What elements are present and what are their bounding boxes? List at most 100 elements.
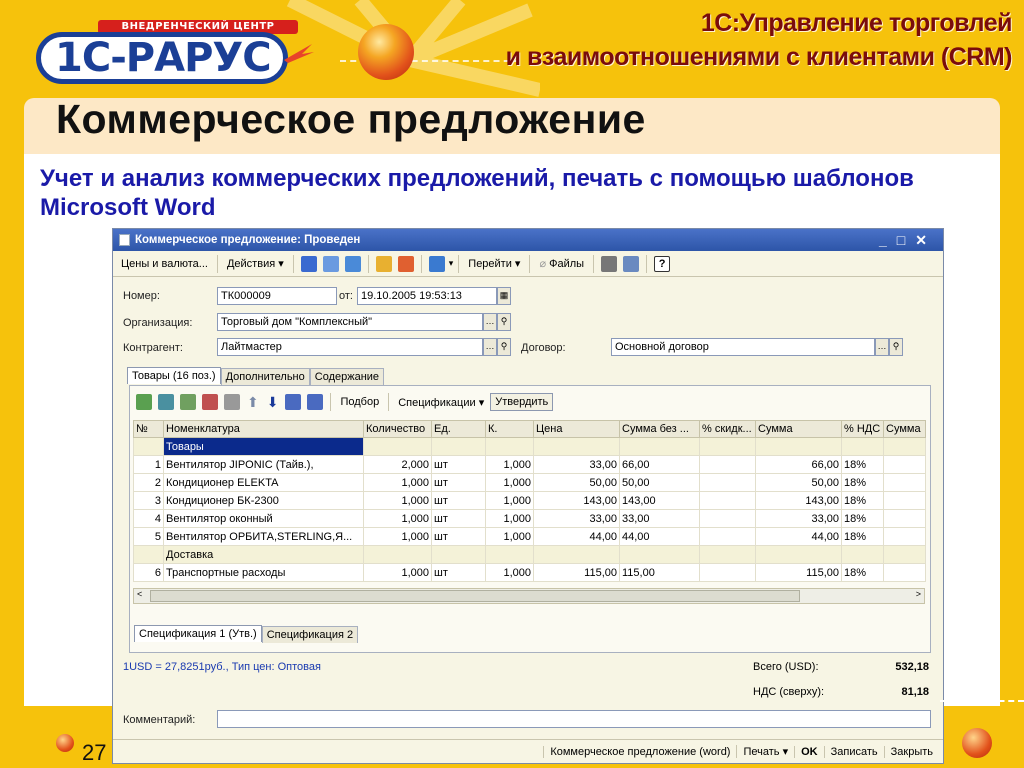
select-ellipsis-icon[interactable]: … xyxy=(875,338,889,356)
table-cell: 143,00 xyxy=(755,491,842,510)
structure-icon[interactable] xyxy=(344,255,361,272)
table-cell: 66,00 xyxy=(619,455,700,474)
go-menu[interactable]: Перейти ▾ xyxy=(464,255,524,272)
unpost-icon[interactable] xyxy=(397,255,414,272)
table-row[interactable]: 3 Кондиционер БК-2300 1,000 шт 1,000 143,00 14… xyxy=(133,491,926,510)
calendar-icon[interactable]: ▦ xyxy=(497,287,511,305)
open-search-icon[interactable]: ⚲ xyxy=(497,313,511,331)
approve-button[interactable]: Утвердить xyxy=(490,393,554,411)
column-header[interactable]: № xyxy=(133,420,164,438)
comment-field[interactable] xyxy=(217,710,931,728)
post-icon[interactable] xyxy=(375,255,392,272)
table-cell: 18% xyxy=(841,509,884,528)
column-header[interactable]: К. xyxy=(485,420,534,438)
group-row[interactable]: Доставка xyxy=(133,545,926,564)
column-header[interactable]: Сумма xyxy=(755,420,842,438)
ok-button[interactable]: OK xyxy=(794,745,824,758)
column-header[interactable]: Ед. xyxy=(431,420,486,438)
logo-text: 1С-РАРУС xyxy=(36,32,288,84)
open-search-icon[interactable]: ⚲ xyxy=(889,338,903,356)
save-button[interactable]: Записать xyxy=(823,745,884,758)
print-menu[interactable]: Печать ▾ xyxy=(736,745,794,758)
form-settings-icon[interactable] xyxy=(623,255,640,272)
print-word-button[interactable]: Коммерческое предложение (word) xyxy=(543,745,736,758)
table-cell: Транспортные расходы xyxy=(163,563,364,582)
table-row[interactable]: 1 Вентилятор JIPONIC (Тайв.), 2,000 шт 1,000… xyxy=(133,455,926,474)
select-ellipsis-icon[interactable]: … xyxy=(483,338,497,356)
table-cell: 50,00 xyxy=(533,473,620,492)
specs-menu[interactable]: Спецификации ▾ xyxy=(394,394,488,411)
minimize-icon[interactable]: _ xyxy=(879,232,897,248)
tab-additional[interactable]: Дополнительно xyxy=(220,368,310,385)
add-group-icon[interactable] xyxy=(158,394,174,410)
org-field[interactable]: Торговый дом "Комплексный" xyxy=(217,313,483,331)
column-header[interactable]: % скидк... xyxy=(699,420,756,438)
group-name: Доставка xyxy=(163,545,364,564)
close-icon[interactable]: ✕ xyxy=(915,232,937,248)
select-button[interactable]: Подбор xyxy=(336,394,383,410)
table-cell: 18% xyxy=(841,527,884,546)
orange-ball-decoration xyxy=(962,728,992,758)
counterparty-field[interactable]: Лайтмастер xyxy=(217,338,483,356)
table-cell: 1,000 xyxy=(363,473,432,492)
delete-row-icon[interactable] xyxy=(202,394,218,410)
table-row[interactable]: 5 Вентилятор ОРБИТА,STERLING,Я... 1,000 шт 1… xyxy=(133,527,926,546)
refresh-icon[interactable] xyxy=(322,255,339,272)
move-up-icon[interactable]: ⬆ xyxy=(247,394,259,411)
horizontal-scrollbar[interactable]: < > xyxy=(133,588,925,604)
table-cell: шт xyxy=(431,473,486,492)
copy-row-icon[interactable] xyxy=(180,394,196,410)
add-row-icon[interactable] xyxy=(136,394,152,410)
product-name: 1С:Управление торговлей и взаимоотношени… xyxy=(505,6,1013,74)
sort-desc-icon[interactable] xyxy=(307,394,324,410)
table-cell: 3 xyxy=(133,491,164,510)
date-field[interactable]: 19.10.2005 19:53:13 xyxy=(357,287,497,305)
files-button[interactable]: ⌀ Файлы xyxy=(535,255,588,272)
scroll-right-icon[interactable]: > xyxy=(916,589,921,599)
maximize-icon[interactable]: □ xyxy=(897,232,915,248)
open-search-icon[interactable]: ⚲ xyxy=(497,338,511,356)
column-header[interactable]: % НДС xyxy=(841,420,884,438)
help-icon[interactable]: ? xyxy=(654,255,671,272)
dropdown-arrow-icon[interactable]: ▾ xyxy=(449,258,454,269)
column-header[interactable]: Цена xyxy=(533,420,620,438)
move-down-icon[interactable]: ⬇ xyxy=(267,394,279,411)
list-settings-icon[interactable] xyxy=(601,255,618,272)
table-row[interactable]: 6 Транспортные расходы 1,000 шт 1,000 115,00 1… xyxy=(133,563,926,582)
create-based-icon[interactable] xyxy=(428,255,445,272)
actions-menu[interactable]: Действия ▾ xyxy=(223,255,288,272)
column-header[interactable]: Количество xyxy=(363,420,432,438)
sort-asc-icon[interactable] xyxy=(285,394,302,410)
column-header[interactable]: Номенклатура xyxy=(163,420,364,438)
scroll-left-icon[interactable]: < xyxy=(137,589,142,599)
tab-content[interactable]: Содержание xyxy=(309,368,385,385)
tab-spec-1[interactable]: Спецификация 1 (Утв.) xyxy=(134,625,262,642)
group-row[interactable]: Товары xyxy=(133,437,926,456)
table-cell: 5 xyxy=(133,527,164,546)
files-label: Файлы xyxy=(549,258,585,270)
navigate-back-icon[interactable] xyxy=(300,255,317,272)
number-field[interactable]: ТК000009 xyxy=(217,287,337,305)
total-label: Всего (USD): xyxy=(753,661,819,673)
column-header[interactable]: Сумма xyxy=(883,420,926,438)
tab-goods[interactable]: Товары (16 поз.) xyxy=(127,367,221,384)
column-header[interactable]: Сумма без ... xyxy=(619,420,700,438)
table-cell: 1 xyxy=(133,455,164,474)
go-label: Перейти xyxy=(468,258,512,270)
separator xyxy=(646,254,648,273)
tab-spec-2[interactable]: Спецификация 2 xyxy=(261,626,359,643)
scrollbar-thumb[interactable] xyxy=(150,590,800,602)
table-row[interactable]: 2 Кондиционер ELEKTA 1,000 шт 1,000 50,00 50,0… xyxy=(133,473,926,492)
separator xyxy=(216,254,218,273)
separator xyxy=(458,254,460,273)
contract-field[interactable]: Основной договор xyxy=(611,338,875,356)
product-line-2: и взаимоотношениями с клиентами (CRM) xyxy=(505,43,1013,71)
separator xyxy=(388,393,390,411)
select-ellipsis-icon[interactable]: … xyxy=(483,313,497,331)
close-button[interactable]: Закрыть xyxy=(883,745,939,758)
edit-row-icon[interactable] xyxy=(224,394,240,410)
orange-dot-decoration xyxy=(56,734,74,752)
table-row[interactable]: 4 Вентилятор оконный 1,000 шт 1,000 33,00 33,0… xyxy=(133,509,926,528)
slide-title: Коммерческое предложение xyxy=(56,96,646,142)
prices-button[interactable]: Цены и валюта... xyxy=(117,256,212,272)
